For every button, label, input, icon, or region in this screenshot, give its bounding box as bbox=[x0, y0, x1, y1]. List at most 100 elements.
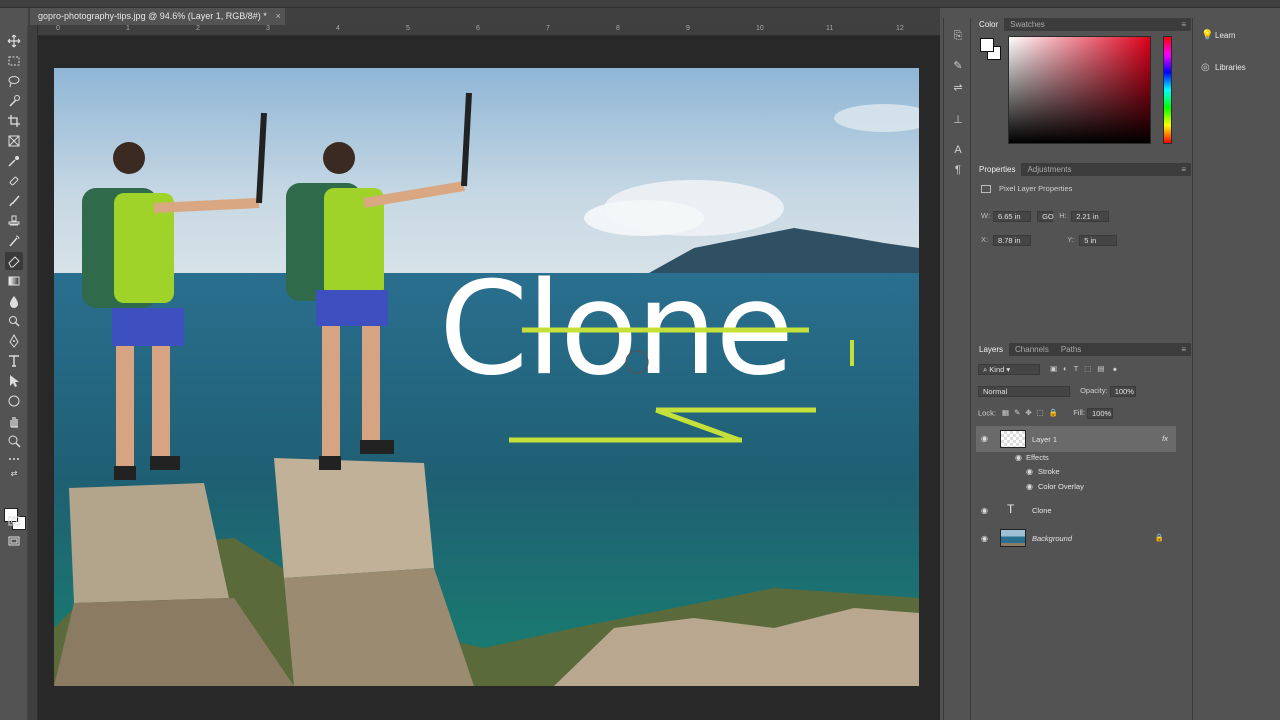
blur-tool-icon[interactable] bbox=[5, 292, 23, 310]
document-tab-title: gopro-photography-tips.jpg @ 94.6% (Laye… bbox=[38, 11, 267, 21]
frame-tool-icon[interactable] bbox=[5, 132, 23, 150]
fill-label: Fill: bbox=[1073, 408, 1085, 418]
screen-mode-icon[interactable] bbox=[5, 532, 23, 550]
lock-icons[interactable]: ▦✎✥⬚🔒 bbox=[1002, 408, 1063, 417]
path-selection-tool-icon[interactable] bbox=[5, 372, 23, 390]
layer-thumbnail bbox=[1000, 430, 1026, 448]
close-tab-icon[interactable]: × bbox=[276, 8, 281, 25]
hue-slider[interactable] bbox=[1163, 36, 1172, 144]
color-foreground-swatch[interactable] bbox=[980, 38, 994, 52]
brush-settings-icon[interactable]: ✎ bbox=[950, 58, 966, 74]
layer-effect-stroke-row[interactable]: ◉ Stroke bbox=[976, 465, 1176, 479]
history-brush-tool-icon[interactable] bbox=[5, 232, 23, 250]
fx-icon[interactable]: fx bbox=[1162, 434, 1168, 443]
tab-color[interactable]: Color bbox=[973, 18, 1005, 31]
eraser-tool-icon[interactable] bbox=[5, 252, 23, 270]
opacity-field[interactable]: 100% bbox=[1109, 386, 1136, 397]
ruler-tick: 4 bbox=[336, 25, 340, 32]
learn-item[interactable]: 💡 Learn bbox=[1201, 30, 1235, 41]
document-tab[interactable]: gopro-photography-tips.jpg @ 94.6% (Laye… bbox=[30, 8, 285, 25]
healing-brush-tool-icon[interactable] bbox=[5, 172, 23, 190]
position-row: X: 8.78 in Y: 5 in bbox=[981, 235, 1118, 246]
hand-tool-icon[interactable] bbox=[5, 412, 23, 430]
history-panel-icon[interactable]: ⎘ bbox=[950, 28, 966, 44]
layer-row-layer-1[interactable]: ◉ Layer 1 fx bbox=[976, 426, 1176, 452]
options-bar bbox=[0, 0, 1280, 8]
vertical-ruler bbox=[28, 25, 38, 720]
tab-swatches[interactable]: Swatches bbox=[1004, 18, 1051, 31]
layer-row-background[interactable]: ◉ Background 🔒 bbox=[976, 527, 1176, 549]
adjust-panel-icon[interactable]: ⇌ bbox=[950, 80, 966, 96]
ruler-tick: 9 bbox=[686, 25, 690, 32]
visibility-eye-icon[interactable]: ◉ bbox=[981, 534, 988, 543]
character-panel-icon[interactable]: A bbox=[950, 142, 966, 158]
edit-toolbar-icon[interactable] bbox=[5, 450, 23, 468]
lock-row: Lock: ▦✎✥⬚🔒 Fill: 100% bbox=[978, 408, 1113, 419]
ruler-tick: 3 bbox=[266, 25, 270, 32]
layer-name: Background bbox=[1032, 534, 1073, 543]
y-label: Y: bbox=[1067, 235, 1074, 245]
visibility-eye-icon[interactable]: ◉ bbox=[1026, 482, 1033, 491]
layer-thumbnail bbox=[1000, 529, 1026, 547]
ruler-tick: 11 bbox=[826, 25, 834, 32]
tab-paths[interactable]: Paths bbox=[1055, 343, 1087, 356]
clone-stamp-tool-icon[interactable] bbox=[5, 212, 23, 230]
opacity-label: Opacity: bbox=[1080, 386, 1108, 396]
visibility-eye-icon[interactable]: ◉ bbox=[981, 506, 988, 515]
properties-panel-tabs: Properties Adjustments ≡ bbox=[973, 163, 1191, 176]
visibility-eye-icon[interactable]: ◉ bbox=[1015, 453, 1022, 462]
height-field[interactable]: 2.21 in bbox=[1071, 211, 1110, 222]
pen-tool-icon[interactable] bbox=[5, 332, 23, 350]
layer-effect-color-overlay-row[interactable]: ◉ Color Overlay bbox=[976, 480, 1176, 494]
layer-row-clone[interactable]: ◉ T Clone bbox=[976, 499, 1176, 521]
tab-properties[interactable]: Properties bbox=[973, 163, 1022, 176]
visibility-eye-icon[interactable]: ◉ bbox=[1026, 467, 1033, 476]
layer-filter-select[interactable]: ⌕ Kind ▾ bbox=[978, 364, 1040, 375]
photoshop-window: gopro-photography-tips.jpg @ 94.6% (Laye… bbox=[0, 0, 1280, 720]
tab-layers[interactable]: Layers bbox=[973, 343, 1010, 356]
paragraph-panel-icon[interactable]: ¶ bbox=[950, 162, 966, 178]
shape-tool-icon[interactable] bbox=[5, 392, 23, 410]
layer-name: Clone bbox=[1032, 506, 1052, 515]
y-field[interactable]: 5 in bbox=[1079, 235, 1118, 246]
quick-mask-icon[interactable] bbox=[5, 512, 23, 530]
marquee-tool-icon[interactable] bbox=[5, 52, 23, 70]
type-layer-icon: T bbox=[1007, 502, 1015, 516]
panel-menu-icon[interactable]: ≡ bbox=[1181, 18, 1186, 31]
layers-panel-tabs: Layers Channels Paths ≡ bbox=[973, 343, 1191, 356]
visibility-eye-icon[interactable]: ◉ bbox=[981, 434, 988, 443]
type-tool-icon[interactable] bbox=[5, 352, 23, 370]
swap-colors-icon[interactable]: ⇄ bbox=[5, 468, 23, 480]
gradient-tool-icon[interactable] bbox=[5, 272, 23, 290]
layer-filter-kind: Kind bbox=[989, 365, 1005, 374]
clone-source-icon[interactable]: ⊥ bbox=[950, 112, 966, 128]
blend-mode-select[interactable]: Normal bbox=[978, 386, 1070, 397]
eyedropper-tool-icon[interactable] bbox=[5, 152, 23, 170]
lasso-tool-icon[interactable] bbox=[5, 72, 23, 90]
libraries-item[interactable]: ◎ Libraries bbox=[1201, 62, 1246, 73]
filter-icons[interactable]: ▣◐T⬚▤ bbox=[1050, 364, 1110, 373]
quick-selection-tool-icon[interactable] bbox=[5, 92, 23, 110]
document-canvas-image[interactable]: Clone bbox=[54, 68, 919, 686]
color-picker-field[interactable] bbox=[1008, 36, 1151, 144]
layer-effects-row[interactable]: ◉ Effects bbox=[976, 451, 1176, 465]
panels-column: Color Swatches ≡ Properties Adjustments ≡ … bbox=[973, 18, 1191, 720]
brush-tool-icon[interactable] bbox=[5, 192, 23, 210]
zoom-tool-icon[interactable] bbox=[5, 432, 23, 450]
blend-mode-value: Normal bbox=[983, 387, 1008, 396]
x-field[interactable]: 8.78 in bbox=[993, 235, 1031, 246]
panel-menu-icon[interactable]: ≡ bbox=[1181, 163, 1186, 176]
layer-filter-row: ⌕ Kind ▾ ▣◐T⬚▤ ● bbox=[978, 364, 1117, 375]
dodge-tool-icon[interactable] bbox=[5, 312, 23, 330]
width-field[interactable]: 6.65 in bbox=[993, 211, 1031, 222]
link-dimensions-icon[interactable]: GO bbox=[1037, 211, 1054, 222]
fill-field[interactable]: 100% bbox=[1086, 408, 1113, 419]
filter-toggle-icon[interactable]: ● bbox=[1113, 364, 1118, 373]
crop-tool-icon[interactable] bbox=[5, 112, 23, 130]
move-tool-icon[interactable] bbox=[5, 32, 23, 50]
tab-channels[interactable]: Channels bbox=[1009, 343, 1055, 356]
tab-adjustments[interactable]: Adjustments bbox=[1021, 163, 1077, 176]
panel-menu-icon[interactable]: ≡ bbox=[1181, 343, 1186, 356]
w-label: W: bbox=[981, 211, 991, 221]
blend-row: Normal Opacity: 100% bbox=[978, 386, 1136, 397]
